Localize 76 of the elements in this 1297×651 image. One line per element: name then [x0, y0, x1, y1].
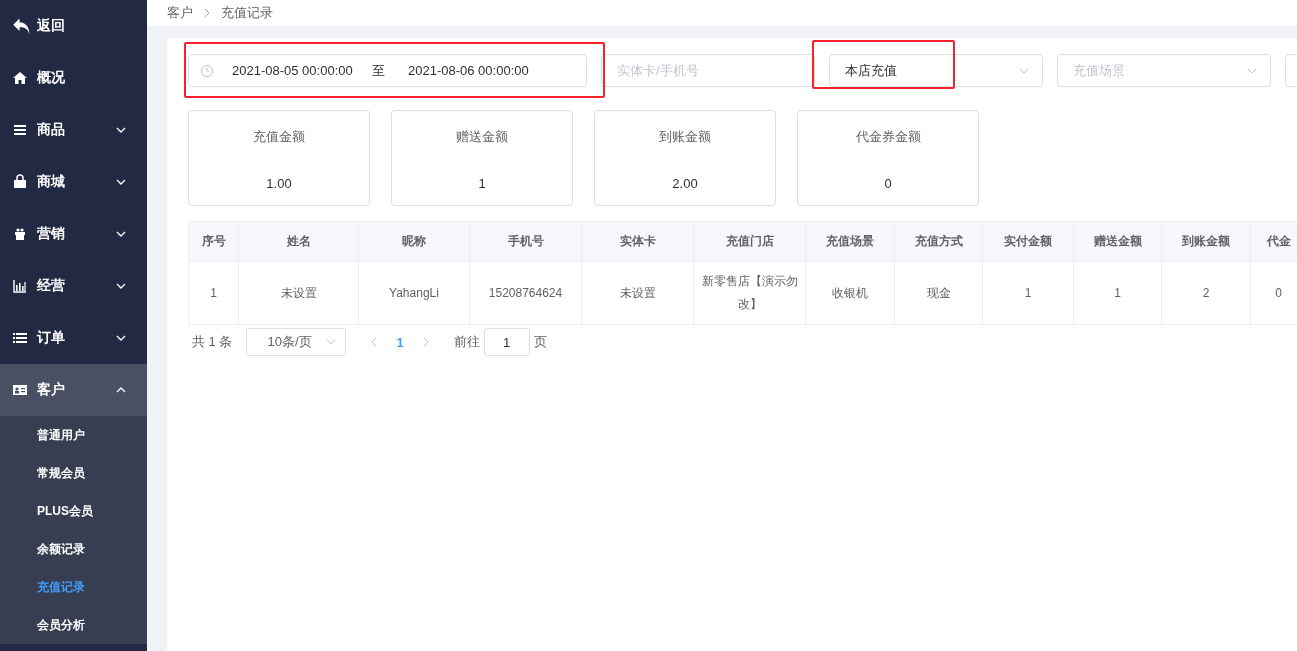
column-header: 实付金额	[983, 222, 1074, 262]
table-cell: 2	[1162, 262, 1251, 325]
source-select[interactable]: 本店充值	[829, 54, 1043, 87]
stat-value: 2.00	[672, 176, 698, 191]
nav-label: 经营	[37, 277, 66, 295]
stat-value: 0	[884, 176, 892, 191]
list-icon	[12, 330, 28, 346]
bar-chart-icon	[12, 278, 28, 294]
nav-item[interactable]: 商城	[0, 156, 147, 208]
stat-value: 1	[478, 176, 486, 191]
nav-label: 营销	[37, 225, 66, 243]
nav-label: 商品	[37, 121, 66, 139]
nav-item[interactable]: 客户	[0, 364, 147, 416]
stat-label: 赠送金额	[456, 128, 508, 146]
column-header: 充值门店	[694, 222, 806, 262]
page-size-select[interactable]: 10条/页	[246, 328, 347, 356]
house-icon	[12, 70, 28, 86]
column-header: 到账金额	[1162, 222, 1251, 262]
submenu-item[interactable]: 充值记录	[0, 568, 147, 606]
column-header: 手机号	[470, 222, 582, 262]
stat-label: 充值金额	[253, 128, 305, 146]
goto-label: 前往	[453, 333, 480, 351]
stat-value: 1.00	[266, 176, 292, 191]
stat-label: 到账金额	[659, 128, 711, 146]
column-header: 昵称	[359, 222, 470, 262]
table-cell: 新零售店【演示勿改】	[694, 262, 806, 325]
column-header: 充值场景	[806, 222, 895, 262]
column-header: 充值方式	[895, 222, 983, 262]
column-header: 序号	[189, 222, 239, 262]
end-date: 2021-08-06 00:00:00	[408, 63, 530, 78]
goto-page-field[interactable]: 1	[483, 328, 530, 356]
range-separator: 至	[372, 61, 386, 80]
table-cell: 收银机	[806, 262, 895, 325]
nav-label: 概况	[37, 69, 66, 87]
nav-item[interactable]: 经营	[0, 260, 147, 312]
card-phone-field[interactable]: 实体卡/手机号	[601, 54, 815, 87]
breadcrumb-item[interactable]: 充值记录	[221, 4, 273, 22]
nav-label: 订单	[37, 329, 66, 347]
submenu-item[interactable]: 余额记录	[0, 530, 147, 568]
nav-item[interactable]: 订单	[0, 312, 147, 364]
table-cell: 1	[189, 262, 239, 325]
submenu-item[interactable]: PLUS会员	[0, 492, 147, 530]
submenu-item[interactable]: 会员分析	[0, 606, 147, 644]
page-suffix: 页	[533, 333, 547, 351]
breadcrumb-item[interactable]: 客户	[167, 4, 193, 22]
column-header: 姓名	[239, 222, 359, 262]
table-cell: 未设置	[582, 262, 694, 325]
table-cell: 未设置	[239, 262, 359, 325]
table-cell: 15208764624	[470, 262, 582, 325]
nav-item[interactable]: 概况	[0, 52, 147, 104]
nav-item[interactable]: 商品	[0, 104, 147, 156]
table-cell: 1	[1074, 262, 1162, 325]
date-range-field[interactable]: 2021-08-05 00:00:00 至 2021-08-06 00:00:00	[188, 54, 587, 87]
table-cell: 现金	[895, 262, 983, 325]
gift-icon	[12, 226, 28, 242]
nav-item[interactable]: 营销	[0, 208, 147, 260]
nav-label: 客户	[37, 381, 66, 399]
table-cell: YahangLi	[359, 262, 470, 325]
submenu-item[interactable]: 普通用户	[0, 416, 147, 454]
submenu-item[interactable]: 常规会员	[0, 454, 147, 492]
id-card-icon	[12, 382, 28, 398]
bag-icon	[12, 174, 28, 190]
chevron-right-icon	[203, 7, 211, 19]
nav-item[interactable]: 返回	[0, 0, 147, 52]
nav-label: 返回	[37, 17, 66, 35]
clock-icon	[200, 63, 214, 78]
nav-label: 商城	[37, 173, 66, 191]
total-count: 共 1 条	[192, 333, 233, 351]
table-cell: 1	[983, 262, 1074, 325]
table-cell: 0	[1251, 262, 1297, 325]
column-header: 赠送金额	[1074, 222, 1162, 262]
menu-icon	[12, 122, 28, 138]
column-header: 代金	[1251, 222, 1297, 262]
column-header: 实体卡	[582, 222, 694, 262]
stat-label: 代金券金额	[855, 128, 921, 146]
start-date: 2021-08-05 00:00:00	[232, 63, 354, 78]
